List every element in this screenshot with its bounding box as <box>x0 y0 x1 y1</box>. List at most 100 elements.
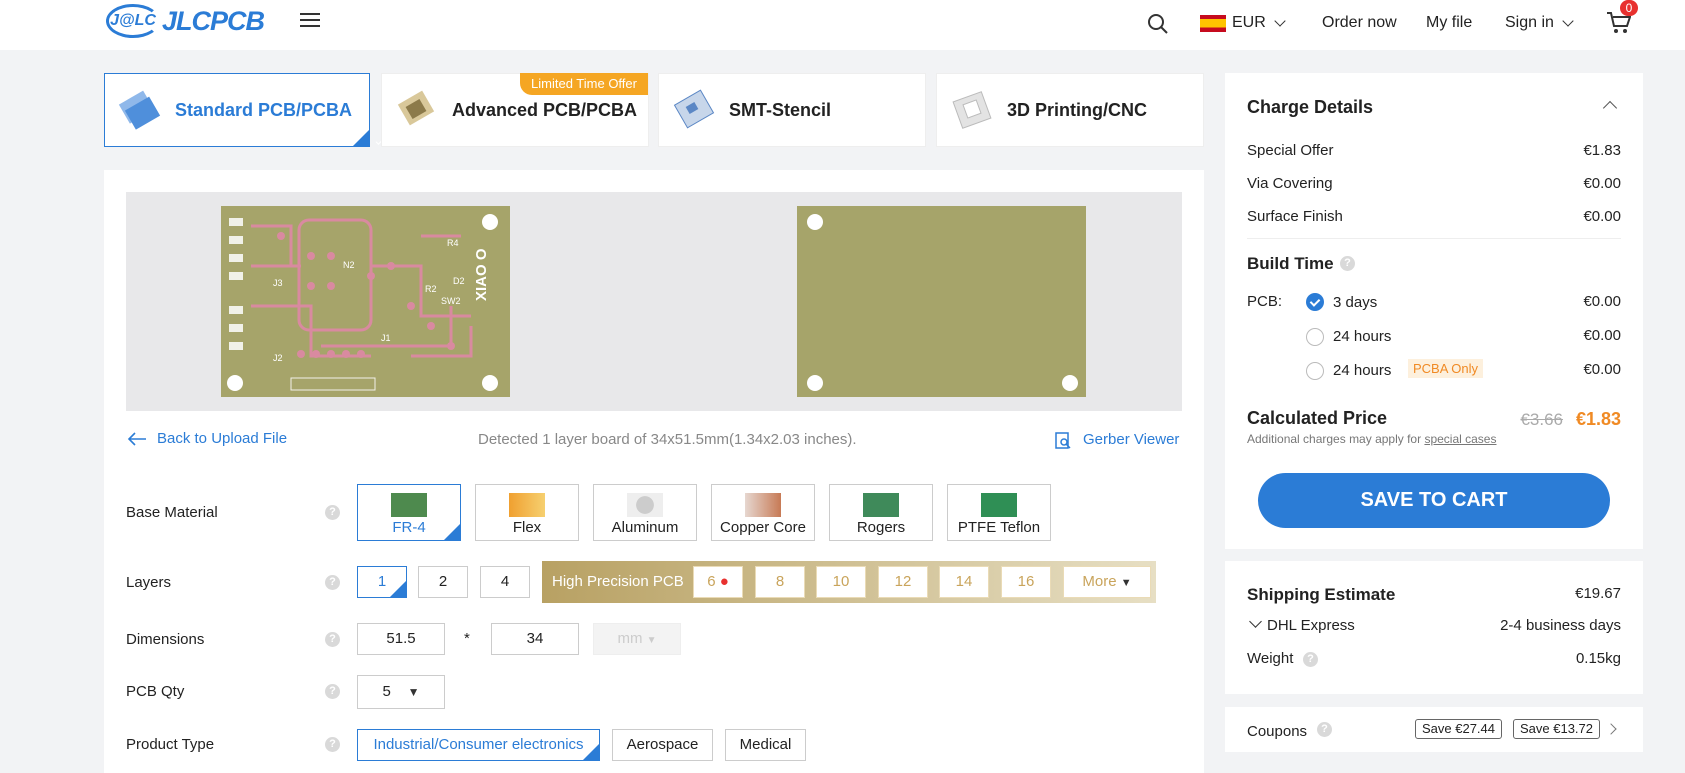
material-aluminum[interactable]: Aluminum <box>593 484 697 541</box>
layers-14-option[interactable]: 14 <box>939 566 989 598</box>
silk-label: D2 <box>453 276 465 286</box>
product-type-label: Product Type <box>126 736 215 753</box>
silk-label: J1 <box>381 333 391 343</box>
layers-6-option[interactable]: 6 ● <box>693 566 743 598</box>
caret-down-icon: ▼ <box>646 635 657 646</box>
product-type-medical[interactable]: Medical <box>725 729 806 761</box>
material-rogers[interactable]: Rogers <box>829 484 933 541</box>
ptfe-icon <box>981 493 1017 517</box>
material-ptfe-teflon[interactable]: PTFE Teflon <box>947 484 1051 541</box>
tab-smt-stencil[interactable]: SMT-Stencil <box>658 73 926 147</box>
menu-icon[interactable] <box>300 13 320 29</box>
help-icon[interactable]: ? <box>325 684 340 699</box>
shipping-panel: Shipping Estimate €19.67 DHL Express 2-4… <box>1225 561 1643 694</box>
pcb-bottom-view[interactable] <box>797 206 1086 397</box>
pcb-qty-label: PCB Qty <box>126 683 185 700</box>
stencil-icon <box>673 89 715 129</box>
dimension-separator: * <box>464 630 470 647</box>
arrow-left-icon <box>127 432 146 446</box>
help-icon[interactable]: ? <box>325 505 340 520</box>
sign-in-menu[interactable]: Sign in <box>1505 14 1574 32</box>
mounting-hole <box>807 214 823 230</box>
selected-check-icon <box>353 130 369 146</box>
material-fr4[interactable]: FR-4 <box>357 484 461 541</box>
rogers-icon <box>863 493 899 517</box>
material-label: PTFE Teflon <box>957 519 1041 536</box>
help-icon[interactable]: ? <box>325 575 340 590</box>
gerber-viewer-link[interactable]: Gerber Viewer <box>1083 431 1179 448</box>
product-type-aerospace[interactable]: Aerospace <box>612 729 713 761</box>
help-icon[interactable]: ? <box>1317 722 1332 737</box>
tab-3d-printing[interactable]: 3D Printing/CNC <box>936 73 1204 147</box>
calculated-price: €1.83 <box>1575 409 1621 429</box>
silk-label: N2 <box>343 260 355 270</box>
pcb-top-view[interactable]: J3 N2 R4 D2 R2 SW2 J2 J1 XIAO O <box>221 206 510 397</box>
search-icon[interactable] <box>1147 13 1169 35</box>
coupon-tag[interactable]: Save €27.44 <box>1415 719 1503 739</box>
currency-selector[interactable]: EUR <box>1200 14 1286 32</box>
build-option-value: €0.00 <box>1583 327 1621 344</box>
coupons-label: Coupons <box>1247 723 1308 740</box>
tab-label: SMT-Stencil <box>729 99 832 120</box>
chevron-down-icon[interactable] <box>1249 615 1262 628</box>
material-label: Copper Core <box>720 519 806 536</box>
help-icon[interactable]: ? <box>1303 652 1318 667</box>
product-type-industrial[interactable]: Industrial/Consumer electronics <box>357 729 600 761</box>
shipping-method[interactable]: DHL Express <box>1267 617 1355 634</box>
build-3days-radio[interactable] <box>1306 293 1324 311</box>
selected-check-icon <box>390 581 406 597</box>
material-label: Aluminum <box>611 519 679 536</box>
tab-standard-pcb[interactable]: Standard PCB/PCBA <box>104 73 370 147</box>
pcb-qty-select[interactable]: 5 ▼ <box>357 675 445 709</box>
chevron-up-icon[interactable] <box>1602 100 1618 116</box>
layers-more-dropdown[interactable]: More ▼ <box>1063 566 1151 598</box>
mounting-hole <box>482 214 498 230</box>
aluminum-icon <box>627 493 663 517</box>
charge-value: €0.00 <box>1583 208 1621 225</box>
layers-16-option[interactable]: 16 <box>1001 566 1051 598</box>
sign-in-label: Sign in <box>1505 14 1554 31</box>
build-option-label: 24 hours <box>1333 328 1392 345</box>
jlcpcb-logo[interactable]: J@LC JLCPCB <box>106 4 265 38</box>
more-label: More <box>1082 573 1117 590</box>
qty-value: 5 <box>382 683 391 700</box>
pcb-traces: J3 N2 R4 D2 R2 SW2 J2 J1 XIAO O <box>229 218 490 391</box>
order-now-link[interactable]: Order now <box>1322 14 1397 32</box>
build-24h-pcba-radio[interactable] <box>1306 362 1324 380</box>
silk-label: XIAO O <box>473 248 490 301</box>
layers-4-option[interactable]: 4 <box>480 566 530 598</box>
build-24h-radio[interactable] <box>1306 328 1324 346</box>
unit-label: mm <box>617 630 643 647</box>
layers-8-option[interactable]: 8 <box>755 566 805 598</box>
my-file-link[interactable]: My file <box>1426 14 1472 32</box>
gerber-viewer-icon <box>1055 432 1071 449</box>
back-to-upload-link[interactable]: Back to Upload File <box>157 430 287 447</box>
help-icon[interactable]: ? <box>325 632 340 647</box>
save-to-cart-button[interactable]: SAVE TO CART <box>1258 473 1610 528</box>
special-cases-link[interactable]: special cases <box>1424 432 1496 446</box>
material-copper-core[interactable]: Copper Core <box>711 484 815 541</box>
coupon-tag[interactable]: Save €13.72 <box>1513 719 1601 739</box>
dimension-height-input[interactable]: 34 <box>491 623 579 655</box>
material-flex[interactable]: Flex <box>475 484 579 541</box>
top-header: J@LC JLCPCB EUR Order now My file Sign i… <box>0 0 1685 50</box>
layers-2-option[interactable]: 2 <box>418 566 468 598</box>
currency-label: EUR <box>1232 14 1266 31</box>
build-option-value: €0.00 <box>1583 293 1621 310</box>
divider <box>1247 238 1621 239</box>
dimension-unit-select[interactable]: mm ▼ <box>593 623 681 655</box>
tab-label: Standard PCB/PCBA <box>175 99 353 120</box>
copper-core-icon <box>745 493 781 517</box>
silk-label: R4 <box>447 238 459 248</box>
dimension-width-input[interactable]: 51.5 <box>357 623 445 655</box>
mounting-hole <box>1062 375 1078 391</box>
fr4-icon <box>391 493 427 517</box>
charge-label: Surface Finish <box>1247 208 1343 225</box>
help-icon[interactable]: ? <box>325 737 340 752</box>
layers-12-option[interactable]: 12 <box>878 566 928 598</box>
layers-1-option[interactable]: 1 <box>357 566 407 598</box>
layers-10-option[interactable]: 10 <box>816 566 866 598</box>
help-icon[interactable]: ? <box>1340 256 1355 271</box>
hot-flame-icon: ● <box>719 573 729 590</box>
weight-label: Weight <box>1247 650 1294 667</box>
